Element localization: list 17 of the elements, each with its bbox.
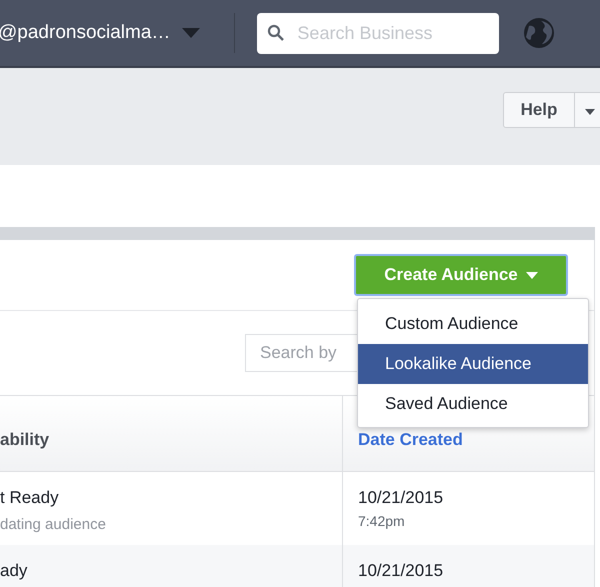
- search-icon: [267, 24, 286, 42]
- time-text: 7:42pm: [358, 513, 406, 529]
- caret-icon: [526, 272, 538, 278]
- column-header[interactable]: Date Created: [358, 430, 463, 450]
- date-text: 10/21/2015: [358, 488, 444, 508]
- caret-icon: [585, 108, 595, 114]
- help-button[interactable]: Help: [503, 92, 575, 128]
- caret-icon[interactable]: [182, 28, 200, 38]
- date-text: 10/21/2015: [358, 561, 444, 581]
- menu-item[interactable]: Saved Audience: [358, 384, 588, 424]
- search-field[interactable]: Search Business: [257, 12, 500, 54]
- globe-icon[interactable]: [523, 17, 556, 49]
- menu-item[interactable]: Lookalike Audience: [358, 344, 588, 384]
- status-text: t Ready: [0, 488, 60, 508]
- column-header: ability: [0, 396, 343, 471]
- status-note: dating audience: [0, 516, 107, 533]
- status-text: ady: [0, 561, 28, 581]
